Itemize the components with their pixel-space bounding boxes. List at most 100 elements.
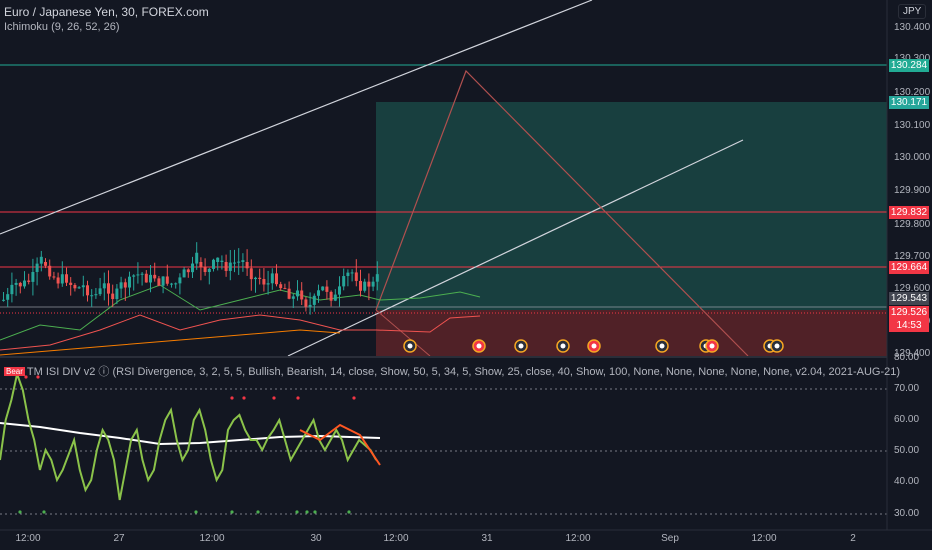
candle-body	[354, 272, 358, 281]
candle-body	[333, 294, 337, 301]
candle-body	[153, 274, 157, 279]
candle-body	[228, 262, 232, 271]
price-tick: 130.000	[894, 152, 931, 163]
candle-body	[69, 282, 73, 285]
price-tick: 129.800	[894, 219, 931, 230]
ichimoku-legend[interactable]: Ichimoku (9, 26, 52, 26)	[4, 21, 120, 33]
candle-body	[48, 265, 52, 277]
time-tick: 2	[850, 533, 856, 544]
candle-body	[136, 274, 140, 276]
candle-body	[249, 268, 253, 280]
candle-body	[2, 299, 5, 301]
candle-body	[182, 269, 186, 278]
candle-body	[350, 272, 354, 274]
candle-body	[18, 282, 22, 287]
rsi-tick: 70.00	[894, 383, 920, 394]
candle-body	[128, 276, 131, 288]
signal-marker-dot	[560, 343, 566, 349]
price-pane	[0, 0, 887, 357]
candle-body	[346, 272, 350, 277]
candle-body	[119, 282, 123, 289]
candle-body	[245, 262, 249, 269]
rsi-bull-dot	[347, 510, 351, 514]
long-position-loss-zone[interactable]	[376, 310, 887, 356]
candle-body	[161, 276, 165, 286]
candle-body	[157, 278, 161, 286]
time-tick: 30	[310, 533, 322, 544]
candle-body	[165, 276, 169, 284]
rsi-bull-dot	[305, 510, 309, 514]
candle-body	[371, 281, 375, 287]
time-tick: 12:00	[199, 533, 225, 544]
price-tick: 129.900	[894, 185, 931, 196]
rsi-bear-dot	[352, 396, 356, 400]
candle-body	[52, 276, 56, 278]
candle-body	[132, 275, 136, 277]
rsi-bear-dot	[272, 396, 276, 400]
candle-body	[304, 299, 308, 307]
rsi-tick: 50.00	[894, 445, 920, 456]
candle-body	[296, 290, 299, 297]
price-tick: 130.400	[894, 22, 931, 33]
candle-body	[220, 260, 224, 262]
candle-body	[275, 273, 278, 285]
candle-body	[186, 269, 190, 273]
rsi-pane	[0, 370, 887, 515]
candle-body	[102, 283, 106, 289]
candle-body	[107, 283, 110, 294]
candle-body	[81, 285, 85, 288]
signal-marker-dot	[659, 343, 665, 349]
candle-body	[77, 287, 81, 289]
rsi-bull-dot	[194, 510, 198, 514]
candle-body	[329, 291, 333, 301]
candle-body	[6, 294, 10, 300]
candle-body	[14, 282, 18, 285]
price-tag: 130.171	[889, 96, 929, 109]
time-tick: 31	[481, 533, 493, 544]
candle-body	[317, 290, 320, 296]
candle-body	[149, 274, 152, 283]
rsi-bull-dot	[42, 510, 46, 514]
candle-body	[60, 274, 64, 284]
time-tick: 12:00	[15, 533, 41, 544]
bear-badge: Bear	[4, 367, 25, 376]
rsi-tick: 60.00	[894, 414, 920, 425]
chart-canvas[interactable]	[0, 0, 932, 550]
candle-body	[270, 273, 274, 284]
rsi-bull-dot	[313, 510, 317, 514]
rsi-bear-dot	[242, 396, 246, 400]
candle-body	[312, 295, 316, 305]
candle-body	[258, 277, 262, 279]
candle-body	[338, 286, 341, 295]
time-tick: 27	[113, 533, 125, 544]
candle-body	[144, 273, 148, 283]
candle-body	[300, 290, 304, 300]
rsi-legend[interactable]: Bear TM ISI DIV v2 ⓘ (RSI Divergence, 3, …	[4, 363, 900, 379]
candle-body	[325, 286, 329, 292]
symbol-title[interactable]: Euro / Japanese Yen, 30, FOREX.com	[4, 5, 209, 19]
candle-body	[94, 294, 98, 296]
candle-body	[23, 280, 26, 287]
candle-body	[170, 283, 173, 285]
time-tick: Sep	[661, 533, 679, 544]
rsi-tick: 40.00	[894, 476, 920, 487]
candle-body	[35, 263, 39, 272]
rsi-lines	[0, 370, 381, 501]
candle-body	[216, 257, 220, 262]
candle-body	[237, 261, 241, 263]
signal-marker-dot	[709, 343, 715, 349]
rsi-bull-dot	[295, 510, 299, 514]
candle-body	[266, 283, 270, 285]
candle-body	[31, 271, 35, 282]
long-position-profit-zone[interactable]	[376, 102, 887, 310]
candle-body	[375, 274, 379, 282]
currency-button[interactable]: JPY	[898, 4, 927, 19]
candle-body	[367, 281, 371, 287]
ichimoku-base-line	[0, 329, 341, 356]
candle-body	[342, 276, 346, 287]
rsi-tick: 30.00	[894, 508, 920, 519]
signal-marker-dot	[407, 343, 413, 349]
rsi-tick: 80.00	[894, 352, 920, 363]
candle-body	[279, 284, 283, 289]
rsi-legend-text: TM ISI DIV v2 ⓘ (RSI Divergence, 3, 2, 5…	[26, 366, 901, 378]
